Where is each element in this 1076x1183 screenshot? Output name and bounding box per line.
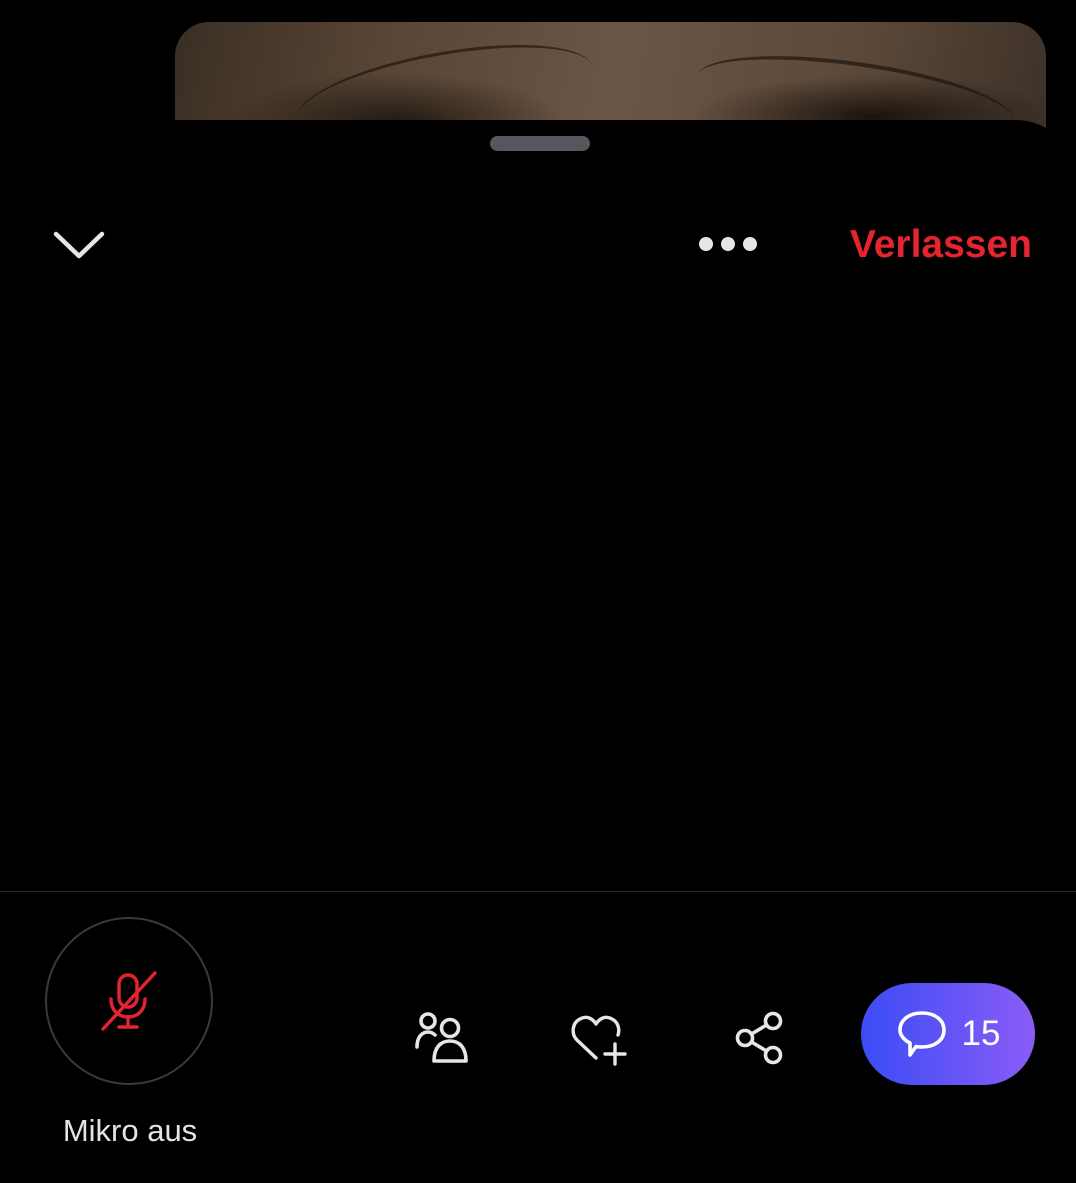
chevron-down-icon xyxy=(53,231,105,259)
speakers-area xyxy=(0,300,1076,890)
mic-toggle-button[interactable] xyxy=(45,917,213,1085)
more-horizontal-icon xyxy=(699,237,713,251)
participants-button[interactable] xyxy=(410,1005,476,1071)
mic-off-icon xyxy=(101,971,157,1031)
divider xyxy=(0,891,1076,892)
more-dot xyxy=(721,237,735,251)
chat-button[interactable]: 15 xyxy=(861,983,1035,1085)
more-dot xyxy=(743,237,757,251)
people-icon xyxy=(415,1012,468,1063)
favorite-button[interactable] xyxy=(567,1005,633,1071)
collapse-button[interactable] xyxy=(50,220,108,270)
room-sheet: Verlassen Mikro aus 15 xyxy=(0,120,1076,1183)
leave-button[interactable]: Verlassen xyxy=(850,220,1032,270)
chat-bubble-icon xyxy=(897,1011,946,1057)
mic-status-label: Mikro aus xyxy=(62,1113,198,1148)
more-options-button[interactable] xyxy=(690,224,766,264)
chat-count: 15 xyxy=(961,1014,1001,1053)
heart-add-icon xyxy=(571,1015,627,1066)
share-icon xyxy=(735,1011,783,1065)
drag-handle[interactable] xyxy=(490,136,590,151)
share-button[interactable] xyxy=(726,1005,792,1071)
